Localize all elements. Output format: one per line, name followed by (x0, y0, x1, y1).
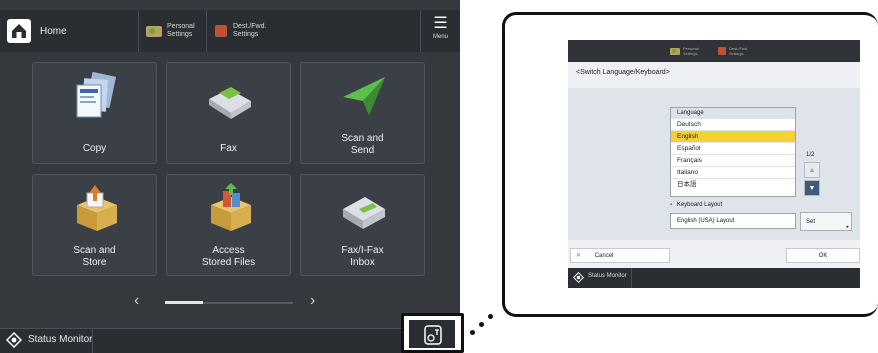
personal-settings-button[interactable]: Personal Settings (138, 10, 202, 52)
cancel-label: Cancel (594, 253, 614, 259)
page-indicator-thumb (165, 301, 203, 304)
status-monitor-label: Status Monitor (28, 334, 93, 345)
fax-inbox-icon (343, 197, 385, 229)
mini-dest-fwd-settings-label: Dest./Fwd. Settings (729, 46, 749, 56)
arrow-down-icon: ▼ (808, 185, 816, 192)
mini-dest-fwd-settings-button[interactable]: Dest./Fwd. Settings (718, 46, 748, 56)
hamburger-menu-icon: ☰ (433, 15, 448, 32)
mini-status-divider (631, 268, 632, 288)
language-list: Language Deutsch English Español Françai… (670, 107, 796, 197)
ok-button[interactable]: OK (786, 248, 860, 263)
status-monitor-key[interactable] (408, 319, 456, 349)
fax-ifax-inbox-label: Fax/I-Fax Inbox (341, 245, 384, 268)
language-option-espanol[interactable]: Español (671, 142, 795, 154)
paper-plane-icon (343, 77, 385, 115)
copy-icon (76, 71, 117, 118)
copy-tile[interactable]: Copy (32, 62, 157, 164)
scroll-down-button[interactable]: ▼ (804, 180, 820, 196)
dest-fwd-settings-icon (718, 47, 726, 55)
set-button[interactable]: Set ▸ (800, 212, 852, 231)
access-stored-files-tile[interactable]: Access Stored Files (166, 174, 291, 276)
mini-personal-settings-button[interactable]: Personal Settings (670, 46, 699, 56)
dest-fwd-settings-button[interactable]: Dest./Fwd. Settings (206, 10, 272, 52)
home-top-bar: Home Personal Settings Dest./Fwd. Settin… (0, 10, 460, 52)
home-title: Home (40, 25, 67, 37)
set-label: Set (806, 219, 816, 225)
switch-language-title: <Switch Language/Keyboard> (576, 69, 670, 76)
menu-label: Menu (432, 34, 448, 40)
cancel-button[interactable]: ✕ Cancel (570, 248, 670, 263)
access-stored-files-label: Access Stored Files (201, 245, 256, 268)
personal-settings-icon (670, 48, 680, 55)
dest-fwd-settings-label: Dest./Fwd. Settings (233, 23, 267, 38)
close-icon: ✕ (576, 253, 582, 259)
keyboard-layout-field[interactable]: English (USA) Layout (670, 213, 796, 229)
home-icon (7, 19, 31, 43)
fax-label: Fax (220, 143, 237, 154)
scan-and-store-icon (77, 185, 117, 231)
bullet-icon: ▪ (670, 202, 673, 208)
scan-and-send-label: Scan and Send (341, 133, 384, 156)
access-stored-files-icon (211, 183, 251, 231)
language-option-japanese[interactable]: 日本語 (671, 178, 795, 190)
scan-and-send-tile[interactable]: Scan and Send (300, 62, 425, 164)
scroll-up-button[interactable]: ▲ (804, 162, 820, 178)
keyboard-layout-label: ▪ Keyboard Layout (670, 202, 722, 208)
menu-button[interactable]: ☰ Menu (420, 10, 460, 52)
scan-and-store-tile[interactable]: Scan and Store (32, 174, 157, 276)
language-list-header: Language (671, 108, 795, 118)
language-option-francais[interactable]: Français (671, 154, 795, 166)
page-indicator: 1/2 (806, 152, 815, 158)
callout-connector-dot (470, 330, 475, 335)
scan-and-store-label: Scan and Store (73, 245, 116, 268)
mini-top-bar: Personal Settings Dest./Fwd. Settings (568, 40, 860, 62)
dest-fwd-settings-icon (215, 25, 227, 37)
mini-personal-settings-label: Personal Settings (683, 46, 699, 56)
personal-settings-icon (146, 26, 162, 37)
fax-tile[interactable]: Fax (166, 62, 291, 164)
triangle-icon: ▸ (846, 224, 849, 230)
language-switch-icon (424, 325, 442, 345)
language-option-english[interactable]: English (671, 130, 795, 142)
status-monitor-icon (573, 272, 584, 283)
callout-connector-dot (479, 322, 484, 327)
arrow-up-icon: ▲ (808, 167, 816, 174)
keyboard-layout-label-text: Keyboard Layout (676, 202, 723, 208)
language-option-italiano[interactable]: Italiano (671, 166, 795, 178)
home-button[interactable]: Home (6, 18, 67, 44)
home-screen: Home Personal Settings Dest./Fwd. Settin… (0, 0, 460, 353)
page-next-button[interactable]: › (310, 292, 315, 310)
copy-label: Copy (82, 143, 107, 154)
personal-settings-label: Personal Settings (167, 23, 195, 38)
language-option-deutsch[interactable]: Deutsch (671, 118, 795, 130)
page-prev-button[interactable]: ‹ (134, 292, 139, 310)
fax-icon (209, 87, 251, 119)
mini-status-monitor-label: Status Monitor (588, 273, 627, 279)
fax-ifax-inbox-tile[interactable]: Fax/I-Fax Inbox (300, 174, 425, 276)
status-bar-divider (92, 328, 93, 353)
callout-connector-dot (488, 314, 493, 319)
status-monitor-icon (6, 332, 22, 348)
